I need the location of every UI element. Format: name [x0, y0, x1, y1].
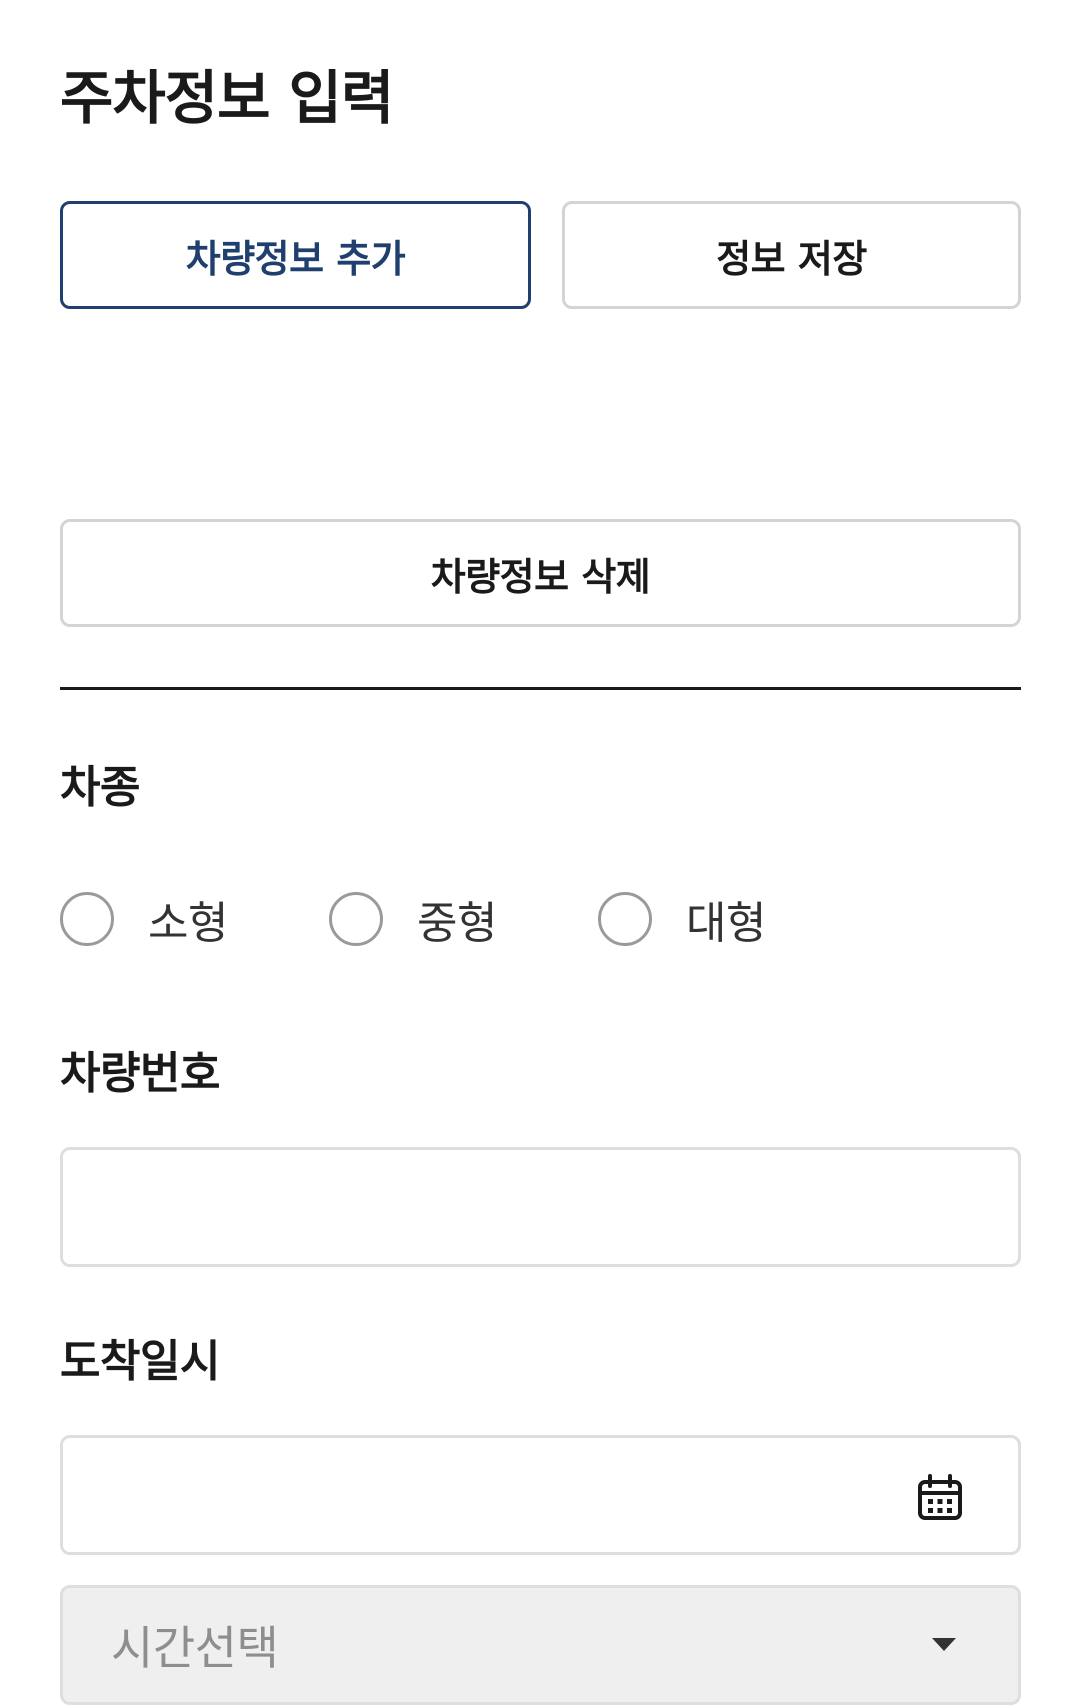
vehicle-type-option-small[interactable]: 소형: [60, 888, 228, 950]
chevron-down-icon: [932, 1638, 956, 1651]
arrival-date-field: [60, 1435, 1021, 1555]
page-title: 주차정보 입력: [60, 64, 394, 132]
save-button[interactable]: 정보 저장: [562, 201, 1021, 309]
section-divider: [60, 687, 1021, 690]
calendar-icon[interactable]: [916, 1474, 964, 1522]
plate-number-field: [60, 1147, 1021, 1267]
vehicle-type-radio-group: 소형 중형 대형: [60, 888, 1021, 950]
add-vehicle-button[interactable]: 차량정보 추가: [60, 201, 531, 309]
radio-button[interactable]: [60, 892, 114, 946]
arrival-date-input[interactable]: [63, 1438, 1018, 1552]
vehicle-type-option-large[interactable]: 대형: [598, 888, 766, 950]
arrival-time-select[interactable]: 시간선택: [60, 1585, 1021, 1705]
plate-number-input[interactable]: [63, 1150, 1018, 1264]
vehicle-type-label: 차종: [60, 762, 140, 813]
plate-number-label: 차량번호: [60, 1048, 220, 1099]
vehicle-type-option-medium[interactable]: 중형: [329, 888, 497, 950]
radio-button[interactable]: [598, 892, 652, 946]
radio-label: 대형: [686, 898, 766, 949]
radio-button[interactable]: [329, 892, 383, 946]
arrival-datetime-label: 도착일시: [60, 1336, 220, 1387]
radio-label: 중형: [417, 898, 497, 949]
radio-label: 소형: [148, 898, 228, 949]
delete-vehicle-button[interactable]: 차량정보 삭제: [60, 519, 1021, 627]
time-select-placeholder: 시간선택: [111, 1621, 279, 1675]
